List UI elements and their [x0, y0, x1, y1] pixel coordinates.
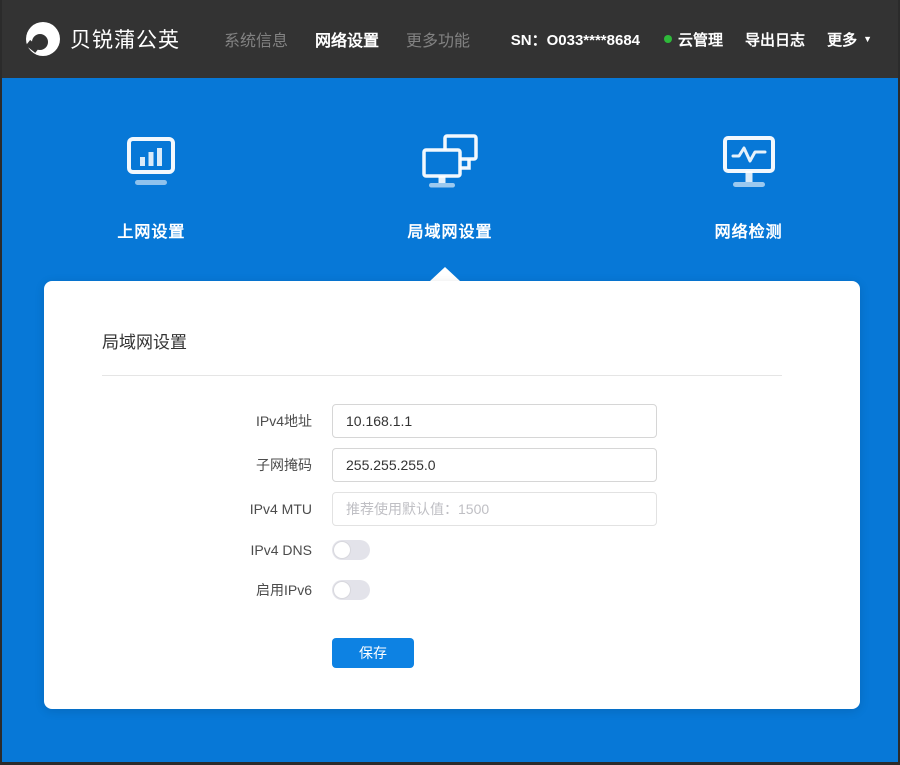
- top-navbar: 贝锐蒲公英 系统信息 网络设置 更多功能 SN：O033****8684 云管理…: [2, 0, 898, 78]
- monitor-pulse-icon: [717, 130, 781, 194]
- settings-tab-strip: 上网设置 局域网设置: [2, 78, 898, 242]
- ipv4-dns-label: IPv4 DNS: [102, 542, 312, 558]
- tab-label: 上网设置: [117, 218, 185, 242]
- form-row-ipv4-dns: IPv4 DNS: [102, 540, 802, 560]
- menu-item-system-info[interactable]: 系统信息: [224, 27, 288, 51]
- menu-item-more-features[interactable]: 更多功能: [406, 27, 470, 51]
- ipv4-mtu-label: IPv4 MTU: [102, 501, 312, 517]
- lan-settings-panel: 局域网设置 IPv4地址 子网掩码 IPv4 MTU IPv4 DNS 启用IP…: [44, 281, 860, 709]
- subnet-mask-input[interactable]: [332, 448, 657, 482]
- form-row-subnet-mask: 子网掩码: [102, 448, 802, 482]
- toggle-knob: [333, 541, 351, 559]
- ipv4-address-input[interactable]: [332, 404, 657, 438]
- enable-ipv6-label: 启用IPv6: [102, 580, 312, 600]
- subnet-mask-label: 子网掩码: [102, 455, 312, 475]
- ipv4-address-label: IPv4地址: [102, 411, 312, 431]
- ipv4-dns-toggle[interactable]: [332, 540, 370, 560]
- more-dropdown[interactable]: 更多 ▼: [827, 29, 872, 50]
- tab-lan-settings[interactable]: 局域网设置: [301, 78, 600, 242]
- form-row-enable-ipv6: 启用IPv6: [102, 580, 802, 600]
- cloud-manage-label: 云管理: [678, 29, 723, 50]
- device-sn: SN：O033****8684: [511, 29, 640, 50]
- ipv4-mtu-input[interactable]: [332, 492, 657, 526]
- cloud-manage-link[interactable]: 云管理: [664, 29, 723, 50]
- brand-name: 贝锐蒲公英: [70, 24, 180, 54]
- online-status-dot: [664, 35, 672, 43]
- brand-logo-link[interactable]: 贝锐蒲公英: [26, 22, 180, 56]
- main-menu: 系统信息 网络设置 更多功能: [224, 27, 497, 51]
- form-row-ipv4-address: IPv4地址: [102, 404, 802, 438]
- monitor-bars-icon: [119, 130, 183, 194]
- tab-network-detection[interactable]: 网络检测: [599, 78, 898, 242]
- more-label: 更多: [827, 29, 857, 50]
- tab-internet-settings[interactable]: 上网设置: [2, 78, 301, 242]
- save-button[interactable]: 保存: [332, 638, 414, 668]
- app-window: 贝锐蒲公英 系统信息 网络设置 更多功能 SN：O033****8684 云管理…: [0, 0, 900, 765]
- navbar-right: SN：O033****8684 云管理 导出日志 更多 ▼: [511, 29, 872, 50]
- tab-label: 局域网设置: [408, 218, 493, 242]
- divider: [102, 375, 782, 376]
- tab-label: 网络检测: [715, 218, 783, 242]
- enable-ipv6-toggle[interactable]: [332, 580, 370, 600]
- save-row: 保存: [102, 638, 802, 668]
- caret-down-icon: ▼: [863, 34, 872, 44]
- active-tab-pointer: [430, 267, 460, 281]
- toggle-knob: [333, 581, 351, 599]
- export-log-label: 导出日志: [745, 29, 805, 50]
- menu-item-network-settings[interactable]: 网络设置: [315, 27, 379, 51]
- dual-monitors-icon: [418, 130, 482, 194]
- form-row-ipv4-mtu: IPv4 MTU: [102, 492, 802, 526]
- oray-logo-icon: [26, 22, 60, 56]
- export-log-link[interactable]: 导出日志: [745, 29, 805, 50]
- panel-title: 局域网设置: [102, 331, 802, 355]
